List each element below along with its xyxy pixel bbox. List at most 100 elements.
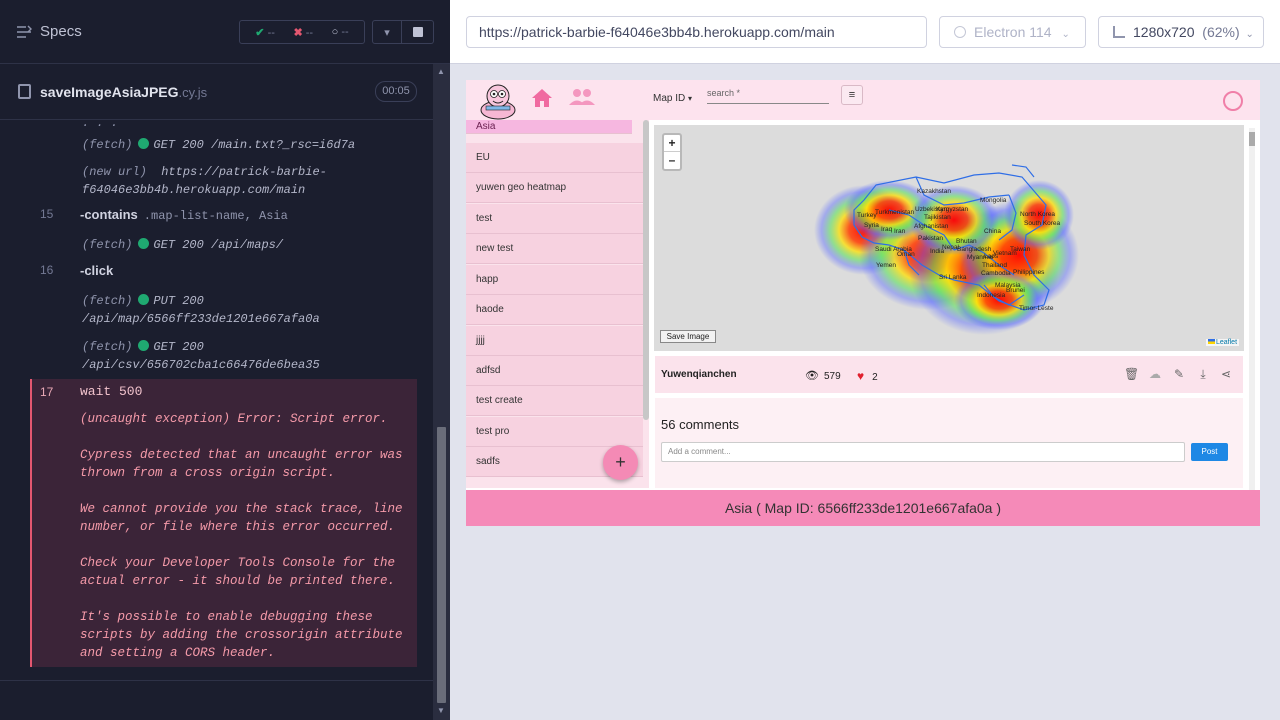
people-icon[interactable] xyxy=(569,88,595,106)
app-navbar: Map ID ▾ search * ≡ xyxy=(466,80,1260,120)
url-bar[interactable]: https://patrick-barbie-f64046e3bb4b.hero… xyxy=(466,16,927,48)
download-icon[interactable]: ⤓ xyxy=(1196,367,1210,381)
map-list-item[interactable]: test pro xyxy=(466,417,643,447)
country-label: Kyrgyzstan xyxy=(936,206,969,213)
heart-icon[interactable]: ♥ xyxy=(857,369,864,383)
country-label: Thailand xyxy=(982,262,1007,269)
command-method: -click xyxy=(80,263,114,278)
app-frame: Map ID ▾ search * ≡ Asia EU yuwen geo he… xyxy=(466,80,1260,526)
viewport-scale: (62%) xyxy=(1202,24,1240,40)
map-list-item[interactable]: jjjj xyxy=(466,326,643,356)
share-icon[interactable]: ⋖ xyxy=(1219,367,1233,381)
country-label: China xyxy=(984,228,1001,235)
command-number: 15 xyxy=(40,207,54,221)
spec-file-row[interactable]: saveImageAsiaJPEG.cy.js xyxy=(0,64,433,120)
scroll-down-icon[interactable]: ▼ xyxy=(437,706,445,715)
map-list-item[interactable]: new test xyxy=(466,234,643,264)
status-dot-icon xyxy=(138,238,150,249)
account-icon[interactable] xyxy=(1223,91,1243,111)
views-count: 👁 579 xyxy=(805,370,841,382)
stop-button[interactable] xyxy=(402,20,434,44)
app-logo xyxy=(480,84,516,120)
likes-count: ♥ 2 xyxy=(857,369,878,383)
country-label: Kazakhstan xyxy=(917,188,951,195)
document-icon xyxy=(18,84,31,99)
error-message: (uncaught exception) Error: Script error… xyxy=(80,410,405,680)
map-list-item[interactable]: EU xyxy=(466,143,643,173)
comment-input[interactable]: Add a comment... xyxy=(661,442,1185,462)
pending-icon: ○ xyxy=(331,26,339,38)
status-dot-icon xyxy=(138,294,150,305)
map-list-item[interactable]: test create xyxy=(466,386,643,416)
map-info-bar: Yuwenqianchen 👁 579 ♥ 2 🗑 ☁ ✎ ⤓ ⋖ xyxy=(655,356,1243,393)
edit-icon[interactable]: ✎ xyxy=(1172,367,1186,381)
country-label: Taiwan xyxy=(1010,246,1031,253)
country-label: Philippines xyxy=(1013,269,1045,276)
command-number: 16 xyxy=(40,263,54,277)
error-command-method: wait 500 xyxy=(80,384,143,399)
leaflet-map[interactable]: Kazakhstan Mongolia Uzbekistan Kyrgyzsta… xyxy=(654,125,1244,351)
country-label: Oman xyxy=(897,251,915,258)
post-button[interactable]: Post xyxy=(1191,443,1228,461)
home-icon[interactable] xyxy=(531,88,553,108)
browser-label: Electron 114 xyxy=(974,24,1052,40)
chevron-down-icon: ▾ xyxy=(688,94,693,103)
sort-button[interactable]: ≡ xyxy=(841,85,863,105)
cypress-reporter: Specs ✔ -- ✖ -- ○ -- ▾ saveImageAsiaJPEG… xyxy=(0,0,450,720)
viewport-selector[interactable]: 1280x720 (62%) ⌄ xyxy=(1098,16,1264,48)
comment-count: 56 comments xyxy=(661,417,740,432)
map-list-item[interactable]: Asia xyxy=(466,120,632,134)
scroll-up-icon[interactable]: ▲ xyxy=(437,67,445,76)
country-label: South Korea xyxy=(1024,220,1061,227)
viewport-size: 1280x720 xyxy=(1133,24,1195,40)
country-label: Mongolia xyxy=(980,197,1007,204)
log-cutoff: . . . xyxy=(82,120,119,130)
reporter-scroll-thumb[interactable] xyxy=(437,427,446,703)
failed-count: -- xyxy=(305,26,314,39)
country-label: Pakistan xyxy=(918,235,943,242)
reporter-footer xyxy=(0,680,433,720)
sort-icon: ≡ xyxy=(848,89,856,101)
map-list-scrollbar[interactable] xyxy=(643,120,649,420)
map-list: Asia EU yuwen geo heatmap test new test … xyxy=(466,120,649,488)
status-bar: Asia ( Map ID: 6566ff233de1201e667afa0a … xyxy=(466,490,1260,526)
spec-duration: 00:05 xyxy=(375,81,417,102)
chevron-down-icon: ⌄ xyxy=(1061,29,1070,40)
country-label: Tajikistan xyxy=(924,214,951,221)
cloud-upload-icon[interactable]: ☁ xyxy=(1148,367,1162,381)
eye-icon: 👁 xyxy=(805,370,819,382)
country-label: India xyxy=(930,248,945,255)
passed-count: -- xyxy=(267,26,275,39)
country-label: Yemen xyxy=(876,262,896,269)
app-under-test-pane: https://patrick-barbie-f64046e3bb4b.hero… xyxy=(450,0,1280,720)
error-paragraph: It's possible to enable debugging these … xyxy=(80,610,403,660)
content-scrollbar[interactable] xyxy=(1249,128,1255,490)
map-owner: Yuwenqianchen xyxy=(661,369,737,380)
ruler-icon xyxy=(1113,26,1125,38)
specs-toggle[interactable]: Specs xyxy=(16,23,82,40)
options-button[interactable]: ▾ xyxy=(372,20,402,44)
browser-selector[interactable]: Electron 114 ⌄ xyxy=(939,16,1086,48)
map-list-item[interactable]: haode xyxy=(466,295,643,325)
leaflet-attribution[interactable]: Leaflet xyxy=(1206,339,1240,346)
zoom-in-button[interactable]: + xyxy=(664,135,680,152)
save-image-button[interactable]: Save Image xyxy=(660,330,716,343)
country-label: Iran xyxy=(894,228,906,235)
zoom-out-button[interactable]: – xyxy=(664,152,680,169)
country-label: Turkmenistan xyxy=(875,209,915,216)
country-label: Iraq xyxy=(881,226,893,233)
search-input[interactable]: search * xyxy=(707,88,829,104)
map-list-item[interactable]: yuwen geo heatmap xyxy=(466,173,643,203)
error-paragraph: Cypress detected that an uncaught error … xyxy=(80,448,403,480)
map-list-item[interactable]: test xyxy=(466,204,643,234)
content-scroll-thumb[interactable] xyxy=(1249,132,1255,146)
map-id-select[interactable]: Map ID ▾ xyxy=(653,93,692,104)
delete-icon[interactable]: 🗑 xyxy=(1124,367,1139,381)
create-map-button[interactable]: + xyxy=(603,445,638,480)
stop-icon xyxy=(412,27,423,37)
map-list-item[interactable]: happ xyxy=(466,265,643,295)
status-dot-icon xyxy=(138,340,150,351)
browser-icon xyxy=(954,26,966,38)
specs-header: Specs ✔ -- ✖ -- ○ -- ▾ xyxy=(0,0,450,64)
map-list-item[interactable]: adfsd xyxy=(466,356,643,386)
